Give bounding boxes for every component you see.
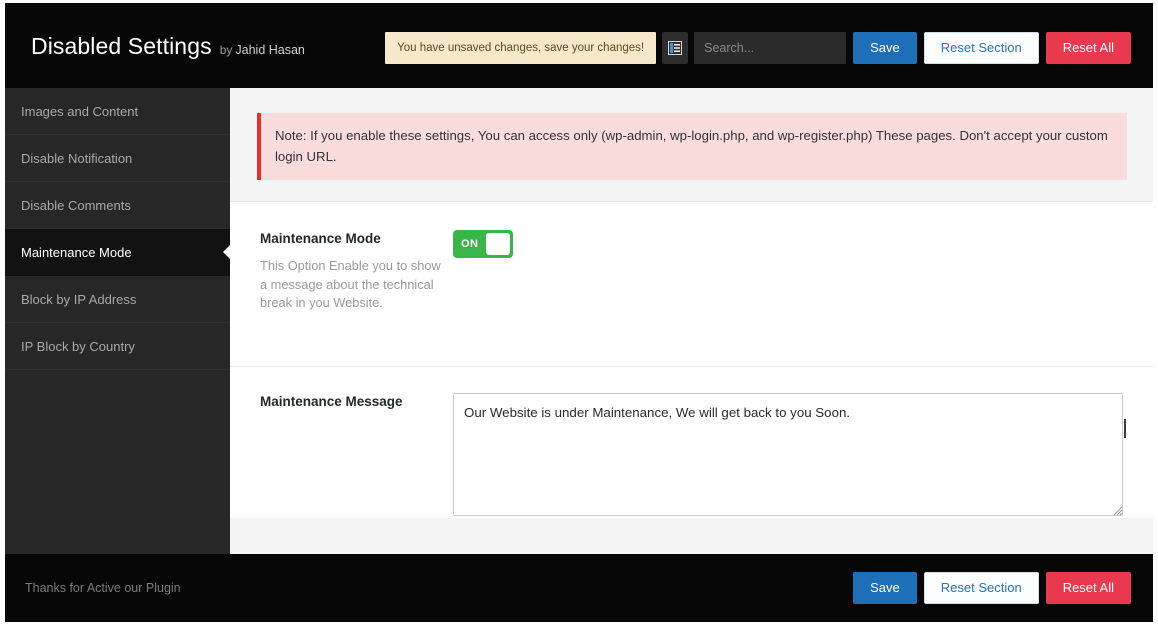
- sidebar-nav: Images and Content Disable Notification …: [5, 88, 230, 554]
- text-cursor: [1124, 419, 1126, 438]
- sidebar-item-maintenance-mode[interactable]: Maintenance Mode: [5, 229, 230, 276]
- footer-save-button[interactable]: Save: [853, 572, 917, 604]
- field-row: Maintenance Mode This Option Enable you …: [230, 202, 1153, 367]
- field-control: [453, 393, 1153, 518]
- brand: Disabled Settings by Jahid Hasan: [31, 33, 305, 60]
- header-bar: Disabled Settings by Jahid Hasan You hav…: [5, 3, 1153, 88]
- fields-container: Maintenance Mode This Option Enable you …: [230, 201, 1153, 518]
- active-pointer-icon: [223, 244, 230, 260]
- header-actions: You have unsaved changes, save your chan…: [385, 32, 1131, 64]
- sidebar-item-ip-block-by-country[interactable]: IP Block by Country: [5, 323, 230, 370]
- toggle-state-label: ON: [461, 238, 479, 250]
- sidebar-item-label: Images and Content: [21, 104, 139, 119]
- textarea-wrapper: [453, 393, 1123, 516]
- brand-author: Jahid Hasan: [235, 43, 305, 57]
- app-window: Disabled Settings by Jahid Hasan You hav…: [0, 0, 1158, 625]
- field-row: Maintenance Message: [230, 367, 1153, 518]
- reset-section-button[interactable]: Reset Section: [923, 32, 1039, 64]
- plugin-options-frame: Disabled Settings by Jahid Hasan You hav…: [5, 3, 1153, 622]
- footer-note: Thanks for Active our Plugin: [25, 581, 181, 595]
- footer-actions: Save Reset Section Reset All: [846, 572, 1131, 604]
- body-wrapper: Images and Content Disable Notification …: [5, 88, 1153, 554]
- footer-reset-section-button[interactable]: Reset Section: [923, 572, 1039, 604]
- toggle-knob: [486, 233, 510, 255]
- footer-reset-all-button[interactable]: Reset All: [1045, 572, 1131, 604]
- sidebar-item-label: IP Block by Country: [21, 339, 135, 354]
- sidebar-item-label: Block by IP Address: [21, 292, 137, 307]
- unsaved-changes-notice: You have unsaved changes, save your chan…: [385, 32, 657, 64]
- search-input[interactable]: [694, 32, 847, 64]
- sidebar-item-disable-notification[interactable]: Disable Notification: [5, 135, 230, 182]
- maintenance-mode-toggle[interactable]: ON: [453, 230, 513, 258]
- footer-bar: Thanks for Active our Plugin Save Reset …: [5, 554, 1153, 622]
- sidebar-item-label: Disable Comments: [21, 198, 131, 213]
- field-title: Maintenance Message: [260, 394, 403, 409]
- note-wrapper: Note: If you enable these settings, You …: [230, 88, 1153, 180]
- brand-by-label: by: [219, 43, 233, 57]
- field-description: This Option Enable you to show a message…: [260, 258, 441, 310]
- save-button[interactable]: Save: [853, 32, 917, 64]
- field-label-group: Maintenance Mode This Option Enable you …: [260, 230, 453, 366]
- sidebar-item-label: Disable Notification: [21, 151, 133, 166]
- warning-note: Note: If you enable these settings, You …: [257, 113, 1127, 180]
- field-control: ON: [453, 230, 1153, 366]
- field-label-group: Maintenance Message: [260, 393, 453, 518]
- sidebar-item-label: Maintenance Mode: [21, 245, 132, 260]
- reset-all-button[interactable]: Reset All: [1045, 32, 1131, 64]
- sidebar-item-images-and-content[interactable]: Images and Content: [5, 88, 230, 135]
- page-title: Disabled Settings: [31, 33, 212, 59]
- field-title: Maintenance Mode: [260, 231, 381, 246]
- maintenance-message-textarea[interactable]: [453, 393, 1123, 516]
- content-panel: Note: If you enable these settings, You …: [230, 88, 1153, 554]
- expand-collapse-icon[interactable]: [662, 32, 689, 64]
- sidebar-item-block-by-ip-address[interactable]: Block by IP Address: [5, 276, 230, 323]
- sidebar-item-disable-comments[interactable]: Disable Comments: [5, 182, 230, 229]
